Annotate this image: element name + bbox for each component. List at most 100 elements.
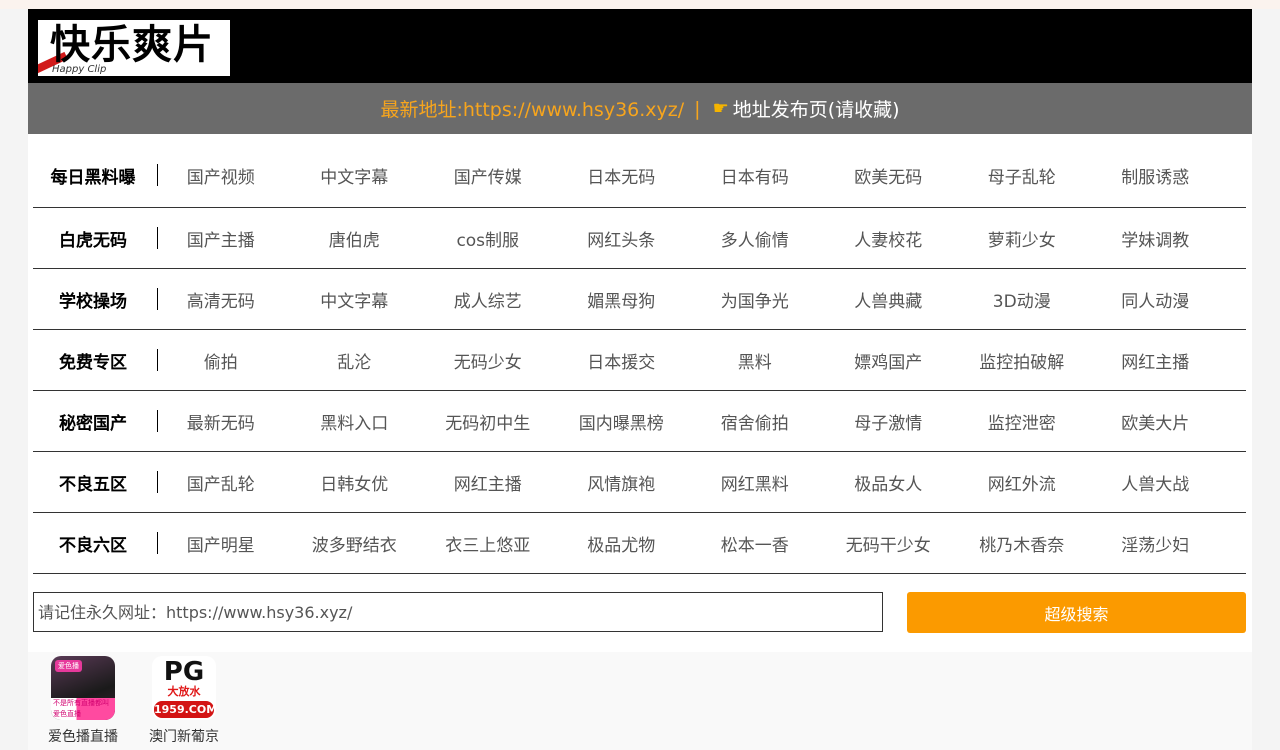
app-promo-strip: 爱色播 不是所有直播都叫爱色直播 爱色播直播 PG 大放水 1959.COM 澳…	[28, 652, 1252, 750]
category-link[interactable]: 网红外流	[955, 470, 1089, 495]
category-link[interactable]: 黑料	[688, 348, 822, 373]
app-item-live[interactable]: 爱色播 不是所有直播都叫爱色直播 爱色播直播	[38, 656, 128, 746]
category-link[interactable]: 日韩女优	[288, 470, 422, 495]
category-link[interactable]: 人兽典藏	[822, 287, 956, 312]
category-link[interactable]: 国产传媒	[421, 163, 555, 188]
category-link[interactable]: 高清无码	[154, 287, 288, 312]
address-publish-link[interactable]: 地址发布页(请收藏)	[733, 95, 900, 122]
category-link[interactable]: 学妹调教	[1089, 226, 1223, 251]
banner-separator: |	[694, 97, 701, 120]
category-link[interactable]: 网红主播	[421, 470, 555, 495]
category-link[interactable]: 国产明星	[154, 531, 288, 556]
category-link[interactable]: 嫖鸡国产	[822, 348, 956, 373]
category-link[interactable]: 监控拍破解	[955, 348, 1089, 373]
category-link[interactable]: 桃乃木香奈	[955, 531, 1089, 556]
category-row: 学校操场 高清无码 中文字幕 成人综艺 媚黑母狗 为国争光 人兽典藏 3D动漫 同人动漫	[33, 269, 1246, 330]
category-link[interactable]: 制服诱惑	[1089, 163, 1223, 188]
pg-icon-site: 1959.COM	[154, 701, 216, 718]
category-link[interactable]: 黑料入口	[288, 409, 422, 434]
app-name: 爱色播直播	[48, 729, 118, 745]
category-link[interactable]: 监控泄密	[955, 409, 1089, 434]
latest-address-link[interactable]: 最新地址:https://www.hsy36.xyz/	[380, 95, 684, 122]
category-link[interactable]: 网红主播	[1089, 348, 1223, 373]
category-link[interactable]: 母子乱轮	[955, 163, 1089, 188]
category-title: 秘密国产	[59, 413, 127, 434]
category-link[interactable]: 松本一香	[688, 531, 822, 556]
site-header: 快乐爽片 Happy Clip	[28, 9, 1252, 83]
category-link[interactable]: 淫荡少妇	[1089, 531, 1223, 556]
category-link[interactable]: 极品尤物	[555, 531, 689, 556]
category-row: 不良六区 国产明星 波多野结衣 衣三上悠亚 极品尤物 松本一香 无码干少女 桃乃木香奈 淫荡少妇	[33, 513, 1246, 574]
pointing-hand-icon: ☛	[712, 98, 729, 119]
category-link[interactable]: 风情旗袍	[555, 470, 689, 495]
category-row: 秘密国产 最新无码 黑料入口 无码初中生 国内曝黑榜 宿舍偷拍 母子激情 监控泄密 欧美大片	[33, 391, 1246, 452]
category-link[interactable]: 乱沦	[288, 348, 422, 373]
super-search-button[interactable]: 超级搜索	[907, 592, 1246, 633]
site-logo[interactable]: 快乐爽片 Happy Clip	[38, 20, 230, 76]
category-title: 免费专区	[59, 352, 127, 373]
category-link[interactable]: 网红头条	[555, 226, 689, 251]
category-links: 国产视频 中文字幕 国产传媒 日本无码 日本有码 欧美无码 母子乱轮 制服诱惑	[154, 143, 1246, 207]
category-link[interactable]: 中文字幕	[288, 163, 422, 188]
category-link[interactable]: 最新无码	[154, 409, 288, 434]
pg-icon-promo: 大放水	[167, 685, 201, 698]
category-link[interactable]: 3D动漫	[955, 287, 1089, 312]
category-link[interactable]: 中文字幕	[288, 287, 422, 312]
address-banner: 最新地址:https://www.hsy36.xyz/ | ☛ 地址发布页(请收…	[28, 83, 1252, 134]
category-link[interactable]: 国产视频	[154, 163, 288, 188]
category-link[interactable]: 日本援交	[555, 348, 689, 373]
category-link[interactable]: 成人综艺	[421, 287, 555, 312]
logo-subtitle: Happy Clip	[52, 64, 107, 75]
category-link[interactable]: 波多野结衣	[288, 531, 422, 556]
category-links: 最新无码 黑料入口 无码初中生 国内曝黑榜 宿舍偷拍 母子激情 监控泄密 欧美大片	[154, 391, 1246, 451]
page-container: 快乐爽片 Happy Clip 最新地址:https://www.hsy36.x…	[28, 9, 1252, 750]
category-link[interactable]: 同人动漫	[1089, 287, 1223, 312]
search-input[interactable]	[33, 592, 883, 632]
search-row: 超级搜索	[33, 592, 1246, 634]
category-link[interactable]: 媚黑母狗	[555, 287, 689, 312]
category-row: 白虎无码 国产主播 唐伯虎 cos制服 网红头条 多人偷情 人妻校花 萝莉少女 学妹调教	[33, 208, 1246, 269]
category-link[interactable]: 国内曝黑榜	[555, 409, 689, 434]
category-links: 偷拍 乱沦 无码少女 日本援交 黑料 嫖鸡国产 监控拍破解 网红主播	[154, 330, 1246, 390]
category-link[interactable]: 日本有码	[688, 163, 822, 188]
category-row: 不良五区 国产乱轮 日韩女优 网红主播 风情旗袍 网红黑料 极品女人 网红外流 人兽大战	[33, 452, 1246, 513]
category-link[interactable]: 国产主播	[154, 226, 288, 251]
category-link[interactable]: 人兽大战	[1089, 470, 1223, 495]
category-link[interactable]: 无码初中生	[421, 409, 555, 434]
live-app-icon-caption: 不是所有直播都叫爱色直播	[51, 698, 115, 720]
category-link[interactable]: 为国争光	[688, 287, 822, 312]
category-link[interactable]: 偷拍	[154, 348, 288, 373]
category-row: 免费专区 偷拍 乱沦 无码少女 日本援交 黑料 嫖鸡国产 监控拍破解 网红主播	[33, 330, 1246, 391]
category-link[interactable]: 国产乱轮	[154, 470, 288, 495]
category-links: 国产乱轮 日韩女优 网红主播 风情旗袍 网红黑料 极品女人 网红外流 人兽大战	[154, 452, 1246, 512]
category-table: 每日黑料曝 国产视频 中文字幕 国产传媒 日本无码 日本有码 欧美无码 母子乱轮 制服诱惑 白虎无…	[33, 143, 1246, 574]
pg-logo-text: PG	[163, 657, 205, 687]
category-link[interactable]: 母子激情	[822, 409, 956, 434]
app-name: 澳门新葡京	[149, 729, 219, 745]
live-app-icon: 爱色播 不是所有直播都叫爱色直播	[51, 656, 115, 720]
category-row: 每日黑料曝 国产视频 中文字幕 国产传媒 日本无码 日本有码 欧美无码 母子乱轮 制服诱惑	[33, 143, 1246, 208]
category-title: 白虎无码	[59, 230, 127, 251]
category-link[interactable]: 衣三上悠亚	[421, 531, 555, 556]
top-strip	[0, 0, 1280, 9]
category-link[interactable]: 极品女人	[822, 470, 956, 495]
category-title: 每日黑料曝	[50, 167, 136, 188]
logo-text: 快乐爽片	[50, 22, 214, 68]
category-link[interactable]: 唐伯虎	[288, 226, 422, 251]
category-link[interactable]: 欧美大片	[1089, 409, 1223, 434]
category-links: 国产明星 波多野结衣 衣三上悠亚 极品尤物 松本一香 无码干少女 桃乃木香奈 淫荡少妇	[154, 513, 1246, 573]
live-app-icon-tag: 爱色播	[55, 660, 82, 672]
category-link[interactable]: 网红黑料	[688, 470, 822, 495]
category-title: 不良六区	[59, 535, 127, 556]
category-links: 高清无码 中文字幕 成人综艺 媚黑母狗 为国争光 人兽典藏 3D动漫 同人动漫	[154, 269, 1246, 329]
category-link[interactable]: 宿舍偷拍	[688, 409, 822, 434]
category-link[interactable]: 多人偷情	[688, 226, 822, 251]
category-link[interactable]: 无码干少女	[822, 531, 956, 556]
category-link[interactable]: cos制服	[421, 226, 555, 251]
app-item-casino[interactable]: PG 大放水 1959.COM 澳门新葡京	[139, 656, 229, 746]
category-link[interactable]: 萝莉少女	[955, 226, 1089, 251]
category-link[interactable]: 无码少女	[421, 348, 555, 373]
category-link[interactable]: 日本无码	[555, 163, 689, 188]
category-link[interactable]: 人妻校花	[822, 226, 956, 251]
category-link[interactable]: 欧美无码	[822, 163, 956, 188]
